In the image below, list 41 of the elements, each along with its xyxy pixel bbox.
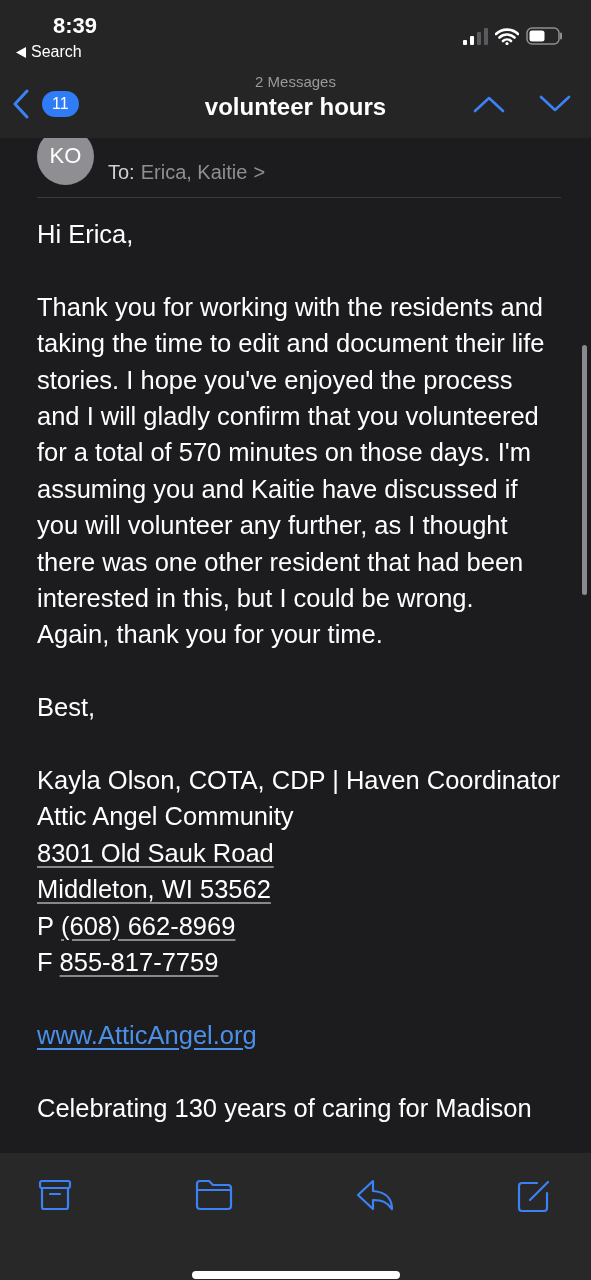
unread-count-badge: 11 [42,91,79,117]
back-triangle-icon [16,46,26,58]
body-text: Best, [37,692,96,724]
previous-message-button[interactable] [473,95,505,113]
back-button[interactable]: 11 [12,89,79,119]
detected-link[interactable]: Middleton, WI 53562 [37,871,271,908]
move-to-folder-button[interactable] [195,1179,233,1213]
body-text: P [37,910,54,942]
body-text: Again, thank you for your time. [37,619,383,651]
body-text: Attic Angel Community [37,801,294,833]
wifi-icon [495,27,519,45]
body-text: Kayla Olson, COTA, CDP | Haven Coordinator [37,765,560,797]
clock-time: 8:39 [53,12,98,40]
compose-button[interactable] [517,1179,551,1213]
next-message-button[interactable] [539,95,571,113]
chevron-left-icon [12,89,30,119]
body-text: Thank you for working with the residents and taking the time to edit and document their life stories. I hope you've enjoyed the process and I will gladly confirm that you volunteered for a total of 570 minutes on those days. I'm assuming you and Kaitie have discussed if you will volunteer any further, as I thought there was one other resident that had been interested in this, but I could be wrong. [37,291,546,615]
reply-button[interactable] [356,1179,394,1213]
detected-link[interactable]: 855-817-7759 [59,944,219,981]
compose-icon [517,1179,551,1213]
disclosure-chevron[interactable]: > [253,157,266,187]
back-to-app-link[interactable]: Search [16,42,82,62]
to-label: To: [108,160,135,185]
detected-link[interactable]: (608) 662-8969 [61,907,236,945]
detected-link[interactable]: 8301 Old Sauk Road [37,834,274,872]
archive-box-icon [38,1179,72,1211]
signal-icon [463,27,488,45]
message-count: 2 Messages [255,72,336,92]
archive-button[interactable] [38,1179,72,1213]
thread-title: volunteer hours [204,92,387,122]
chevron-up-icon [473,95,505,113]
body-text: Celebrating 130 years of caring for Madison [37,1092,532,1124]
recipients-link[interactable]: Erica, Kaitie [140,157,248,187]
web-link[interactable]: www.AtticAngel.org [37,1016,257,1054]
sender-avatar: KO [37,138,94,185]
folder-icon [195,1179,233,1211]
chevron-down-icon [539,95,571,113]
battery-icon [526,27,563,45]
body-text: F [37,947,53,979]
reply-arrow-icon [356,1179,394,1211]
body-text: Hi Erica, [37,219,134,250]
